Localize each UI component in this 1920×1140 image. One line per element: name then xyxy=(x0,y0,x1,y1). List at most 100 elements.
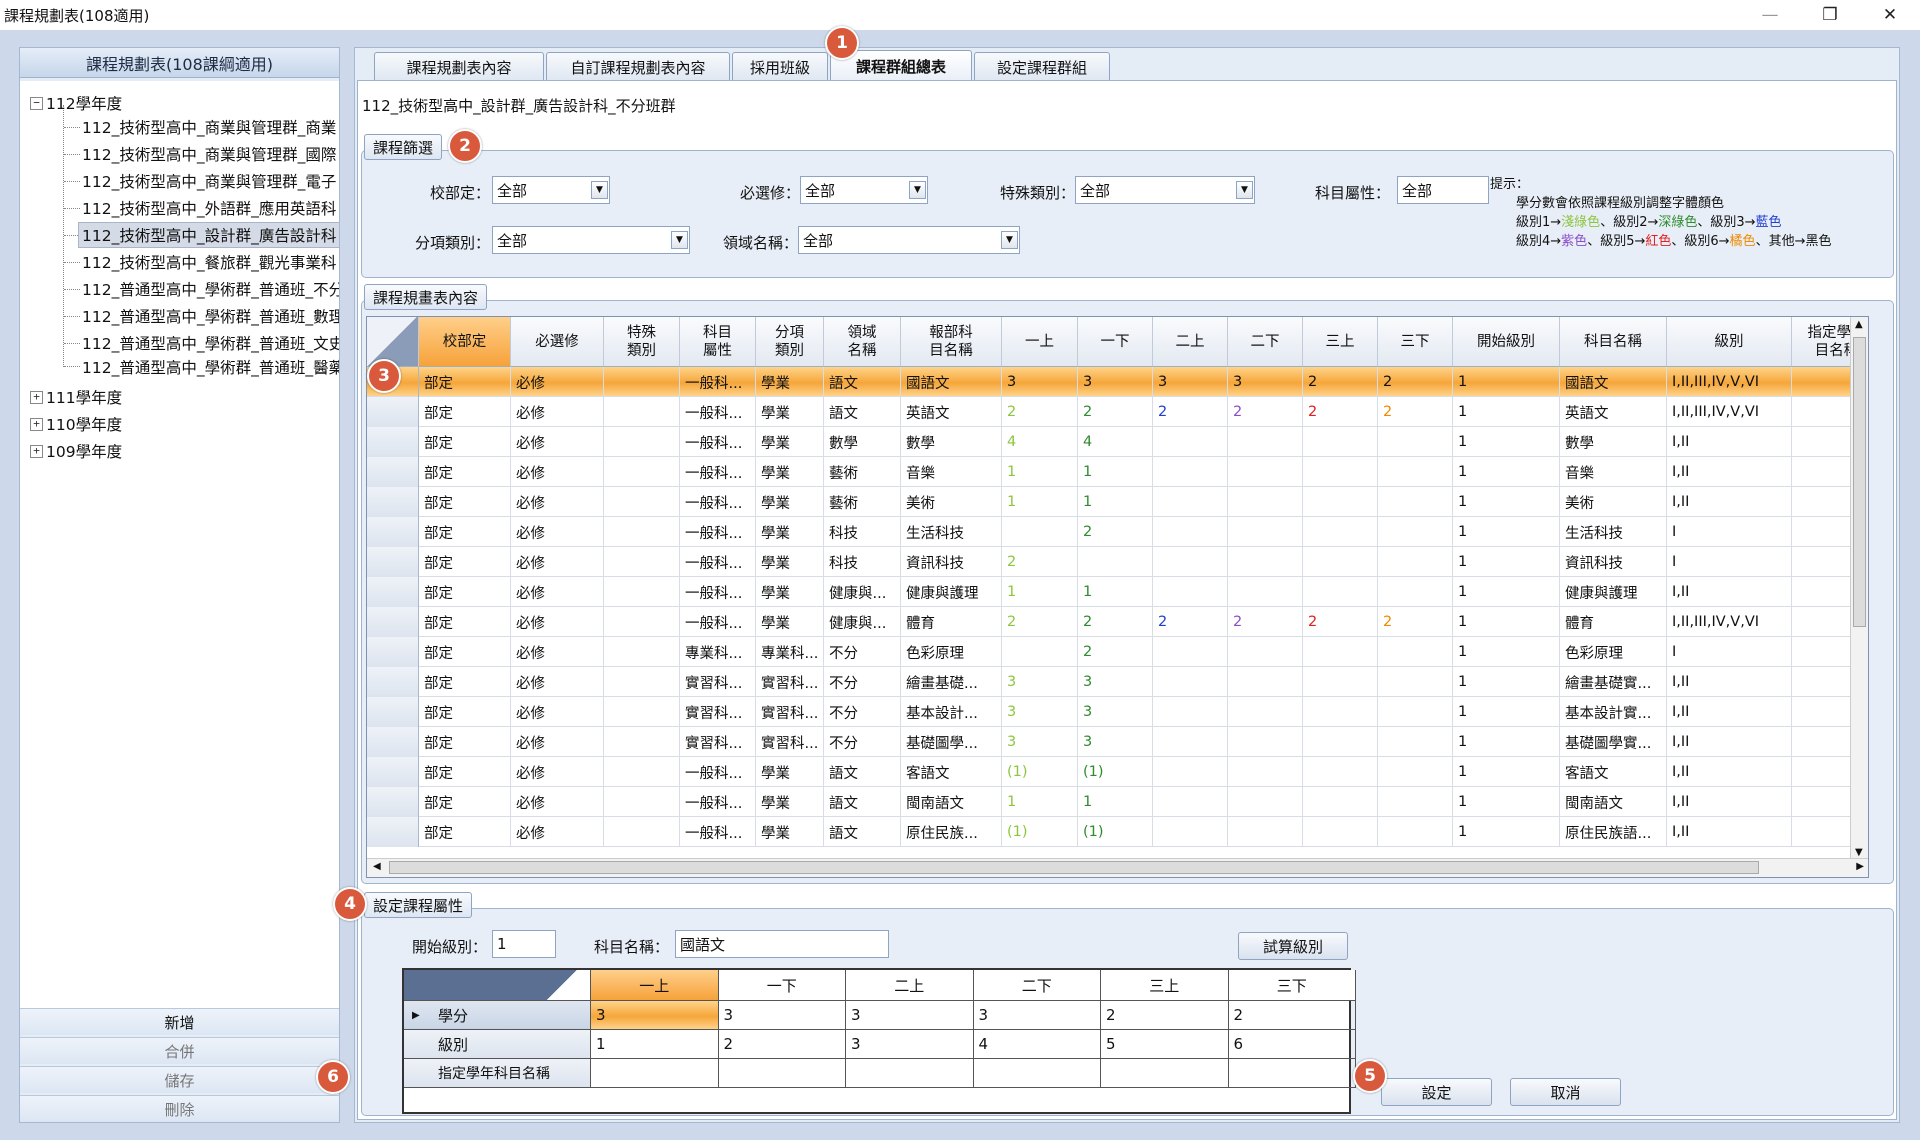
table-cell[interactable]: 實習科... xyxy=(756,667,824,697)
table-cell[interactable]: 4 xyxy=(1078,427,1153,457)
table-cell[interactable]: 2 xyxy=(1153,607,1228,637)
column-header[interactable]: 科目 屬性 xyxy=(680,317,756,367)
tab-plan-content[interactable]: 課程規劃表內容 xyxy=(374,52,544,81)
table-cell[interactable]: 1 xyxy=(1453,607,1560,637)
table-cell[interactable]: 1 xyxy=(1453,457,1560,487)
table-cell[interactable]: 實習科... xyxy=(756,697,824,727)
table-cell[interactable]: 學業 xyxy=(756,487,824,517)
settings-row-name[interactable]: 指定學年科目名稱 xyxy=(404,1059,591,1088)
table-vertical-scrollbar[interactable]: ▲ ▼ xyxy=(1850,317,1868,860)
scroll-down-icon[interactable]: ▼ xyxy=(1855,847,1863,858)
dropdown-arrow-icon[interactable]: ▼ xyxy=(1236,181,1253,199)
tree-node-111[interactable]: +111學年度 xyxy=(30,384,122,410)
table-cell[interactable] xyxy=(1378,517,1453,547)
table-cell[interactable] xyxy=(1228,427,1303,457)
table-cell[interactable]: 2 xyxy=(1303,397,1378,427)
table-cell[interactable]: I,II,III,IV,V,VI xyxy=(1667,367,1792,397)
settings-cell[interactable]: 6 xyxy=(1228,1030,1356,1059)
table-row[interactable]: 部定 必修 實習科... 實習科... 不分 基礎圖學... 3 3 1 基礎圖學實... I,II xyxy=(367,727,1868,757)
table-cell[interactable]: 部定 xyxy=(419,607,511,637)
attr-filter-input[interactable]: 全部 xyxy=(1397,176,1489,204)
table-cell[interactable] xyxy=(1378,427,1453,457)
table-cell[interactable]: 音樂 xyxy=(1560,457,1667,487)
table-cell[interactable]: I xyxy=(1667,547,1792,577)
column-header[interactable]: 開始級別 xyxy=(1453,317,1560,367)
table-cell[interactable] xyxy=(1378,787,1453,817)
table-cell[interactable]: I,II xyxy=(1667,757,1792,787)
tree-node-109[interactable]: +109學年度 xyxy=(30,438,122,464)
settings-grid[interactable]: 一上 一下 二上 二下 三上 三下 ▶ 學分 級別 指定學年科目名稱 33332212345… xyxy=(402,968,1356,1114)
table-cell[interactable]: 數學 xyxy=(1560,427,1667,457)
table-cell[interactable]: 語文 xyxy=(824,787,901,817)
table-cell[interactable]: 必修 xyxy=(511,487,604,517)
tree-node-item[interactable]: 112_技術型高中_商業與管理群_商業 xyxy=(82,114,336,140)
table-cell[interactable]: I xyxy=(1667,637,1792,667)
table-cell[interactable]: 1 xyxy=(1453,817,1560,847)
table-cell[interactable] xyxy=(1153,637,1228,667)
dropdown-arrow-icon[interactable]: ▼ xyxy=(909,181,926,199)
table-cell[interactable]: 1 xyxy=(1453,517,1560,547)
settings-cell[interactable] xyxy=(846,1059,974,1088)
table-cell[interactable] xyxy=(1303,817,1378,847)
table-cell[interactable]: 國語文 xyxy=(1560,367,1667,397)
settings-cell[interactable]: 3 xyxy=(718,1001,846,1030)
table-cell[interactable]: 部定 xyxy=(419,517,511,547)
table-cell[interactable] xyxy=(1378,487,1453,517)
table-cell[interactable] xyxy=(1153,757,1228,787)
school-filter-select[interactable]: 全部 ▼ xyxy=(492,176,610,204)
table-cell[interactable] xyxy=(1153,817,1228,847)
table-cell[interactable]: 2 xyxy=(1078,517,1153,547)
table-cell[interactable]: 一般科... xyxy=(680,757,756,787)
column-header[interactable]: 級別 xyxy=(1667,317,1792,367)
table-cell[interactable]: 原住民族... xyxy=(901,817,1002,847)
table-cell[interactable] xyxy=(1153,427,1228,457)
table-cell[interactable] xyxy=(1303,547,1378,577)
table-cell[interactable]: 必修 xyxy=(511,757,604,787)
table-cell[interactable]: 3 xyxy=(1002,697,1078,727)
table-cell[interactable]: 科技 xyxy=(824,517,901,547)
table-cell[interactable]: 必修 xyxy=(511,547,604,577)
table-cell[interactable]: 1 xyxy=(1453,667,1560,697)
table-cell[interactable]: 必修 xyxy=(511,787,604,817)
table-cell[interactable] xyxy=(1228,547,1303,577)
table-cell[interactable] xyxy=(1153,457,1228,487)
table-cell[interactable]: 部定 xyxy=(419,787,511,817)
table-cell[interactable]: 專業科... xyxy=(756,637,824,667)
table-cell[interactable] xyxy=(1378,457,1453,487)
table-cell[interactable]: 實習科... xyxy=(680,667,756,697)
table-cell[interactable] xyxy=(604,667,680,697)
tab-custom-plan-content[interactable]: 自訂課程規劃表內容 xyxy=(546,52,730,81)
table-cell[interactable]: 3 xyxy=(1078,697,1153,727)
table-row[interactable]: 部定 必修 一般科... 學業 藝術 音樂 1 1 1 音樂 I,II xyxy=(367,457,1868,487)
settings-cell[interactable] xyxy=(1228,1059,1356,1088)
expand-icon[interactable]: + xyxy=(30,444,43,458)
table-cell[interactable]: 一般科... xyxy=(680,817,756,847)
column-header[interactable]: 必選修 xyxy=(511,317,604,367)
table-cell[interactable]: 學業 xyxy=(756,517,824,547)
table-row[interactable]: 部定 必修 一般科... 學業 語文 國語文 3 3 3 3 2 2 1 國語文 I,II,III,IV,V… xyxy=(367,367,1868,397)
tree-node-item[interactable]: 112_普通型高中_學術群_普通班_醫藥 xyxy=(82,354,339,380)
table-cell[interactable]: 2 xyxy=(1378,397,1453,427)
table-cell[interactable]: 2 xyxy=(1153,397,1228,427)
table-cell[interactable] xyxy=(1002,517,1078,547)
column-header[interactable]: 一下 xyxy=(1078,317,1153,367)
table-cell[interactable]: 學業 xyxy=(756,607,824,637)
table-cell[interactable] xyxy=(1153,487,1228,517)
table-cell[interactable] xyxy=(1303,457,1378,487)
table-cell[interactable]: 資訊科技 xyxy=(901,547,1002,577)
table-cell[interactable] xyxy=(1378,637,1453,667)
table-cell[interactable] xyxy=(1378,667,1453,697)
table-corner[interactable] xyxy=(367,317,419,367)
table-row[interactable]: 部定 必修 實習科... 實習科... 不分 基本設計... 3 3 1 基本設計實... I,II xyxy=(367,697,1868,727)
table-cell[interactable] xyxy=(1303,727,1378,757)
table-row[interactable]: 部定 必修 一般科... 學業 數學 數學 4 4 1 數學 I,II xyxy=(367,427,1868,457)
table-cell[interactable]: 3 xyxy=(1078,727,1153,757)
table-cell[interactable]: 1 xyxy=(1453,697,1560,727)
table-cell[interactable] xyxy=(1303,787,1378,817)
column-header[interactable]: 特殊 類別 xyxy=(604,317,680,367)
table-cell[interactable]: 一般科... xyxy=(680,487,756,517)
table-cell[interactable]: 一般科... xyxy=(680,517,756,547)
table-cell[interactable]: 1 xyxy=(1453,427,1560,457)
table-cell[interactable]: (1) xyxy=(1078,757,1153,787)
table-cell[interactable]: 客語文 xyxy=(1560,757,1667,787)
